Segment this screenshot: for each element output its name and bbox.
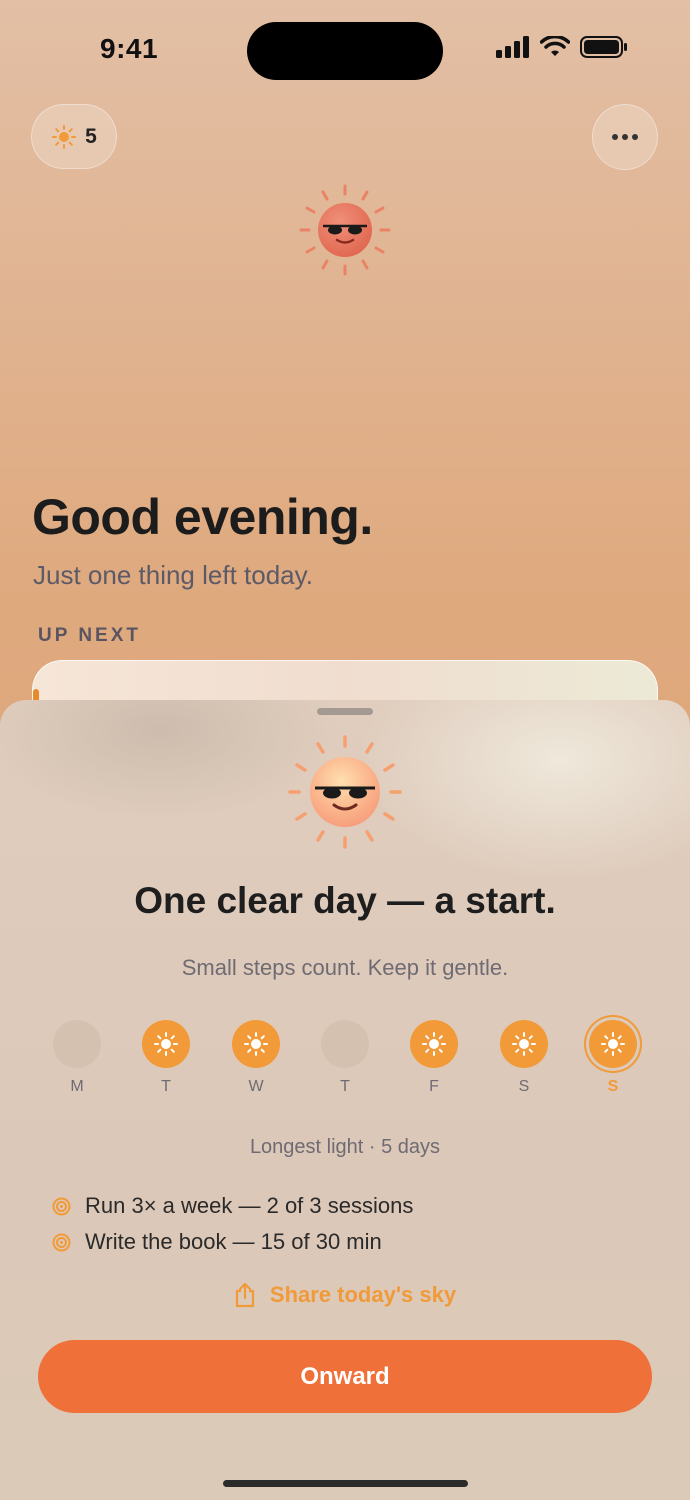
day-label: F [429,1078,439,1095]
day-sunday-today: S [589,1020,637,1096]
share-button[interactable]: Share today's sky [0,1282,690,1308]
more-button[interactable] [592,104,658,170]
onward-label: Onward [300,1362,390,1390]
goal-text: Run 3× a week — 2 of 3 sessions [85,1193,414,1218]
share-label: Share today's sky [269,1282,457,1307]
longest-streak: Longest light · 5 days [249,1136,441,1158]
greeting-subtitle: Just one thing left today. [33,560,313,590]
sun-icon [512,1032,536,1056]
day-label: S [607,1078,619,1095]
sheet-subtitle: Small steps count. Keep it gentle. [181,955,509,980]
sun-mascot-icon [299,184,391,276]
sun-icon [244,1032,268,1056]
target-icon [52,1197,71,1215]
battery-icon [580,36,627,58]
day-saturday: S [500,1020,548,1096]
onward-button[interactable]: Onward [38,1340,652,1413]
goal-item: Run 3× a week — 2 of 3 sessions [52,1188,413,1224]
day-label: T [161,1078,171,1095]
sun-icon [422,1032,446,1056]
status-icons [496,36,628,58]
day-friday: F [410,1020,458,1096]
day-dot-empty [53,1020,101,1068]
sun-mascot-icon [288,735,402,849]
sun-icon [601,1032,625,1056]
day-dot-lit [500,1020,548,1068]
goal-text: Write the book — 15 of 30 min [85,1229,382,1254]
day-monday: M [53,1020,101,1096]
day-label: M [70,1078,84,1095]
day-dot-empty [321,1020,369,1068]
home-indicator[interactable] [223,1480,468,1487]
sun-icon [154,1032,178,1056]
status-time: 9:41 [100,33,159,64]
sun-icon [52,124,77,149]
day-dot-lit [142,1020,190,1068]
greeting-title: Good evening. [32,489,373,545]
goal-list: Run 3× a week — 2 of 3 sessions Write th… [52,1188,413,1260]
day-dot-lit [410,1020,458,1068]
streak-pill[interactable]: 5 [31,104,117,169]
goal-item: Write the book — 15 of 30 min [52,1224,413,1260]
day-label: T [340,1078,350,1095]
day-thursday: T [321,1020,369,1096]
signal-icon [496,36,529,58]
target-icon [52,1233,71,1251]
day-label: S [518,1078,530,1095]
status-bar: 9:41 [0,0,690,100]
week-tracker: M T W T F S S [53,1020,643,1100]
day-dot-today [589,1020,637,1068]
wifi-icon [540,36,570,56]
dynamic-island [247,22,443,80]
day-tuesday: T [142,1020,190,1096]
day-wednesday: W [232,1020,280,1096]
sheet-title: One clear day — a start. [134,880,556,921]
up-next-label: UP NEXT [38,625,142,646]
ellipsis-icon [612,134,638,140]
sheet-grabber[interactable] [317,708,373,715]
streak-count: 5 [85,124,97,148]
day-label: W [248,1078,264,1095]
day-dot-lit [232,1020,280,1068]
share-icon [235,1282,254,1308]
